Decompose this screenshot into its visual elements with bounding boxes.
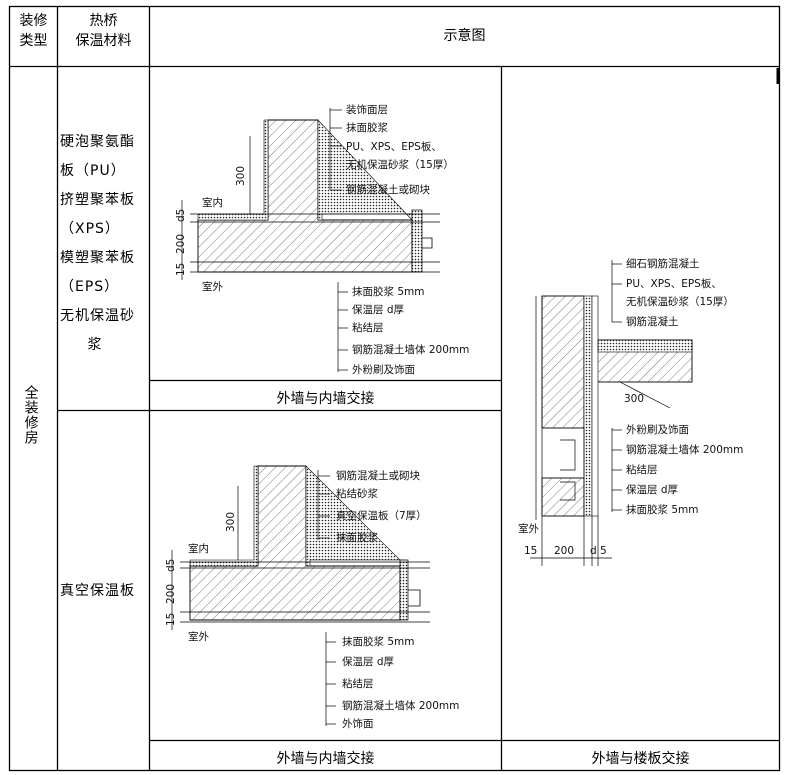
label-wall-200: 钢筋混凝土墙体 200mm	[342, 699, 459, 712]
label-insulation: 保温层 d厚	[342, 655, 395, 668]
dim-300: 300	[624, 393, 644, 405]
label-plaster: 抹面胶浆	[346, 121, 388, 134]
svg-text:d5: d5	[165, 559, 177, 572]
svg-text:300: 300	[225, 512, 237, 532]
label-finish-layer: 装饰面层	[346, 103, 388, 116]
diagram-floor-slab-junction: 细石钢筋混凝土 PU、XPS、EPS板、 无机保温砂浆（15厚） 钢筋混凝土 外…	[518, 257, 743, 566]
diagram-top-wall-junction: 装饰面层 抹面胶浆 PU、XPS、EPS板、 无机保温砂浆（15厚） 钢筋混凝土…	[175, 103, 469, 376]
label-insulation: 保温层 d厚	[352, 303, 405, 316]
label-exterior-finish: 外粉刷及饰面	[352, 363, 415, 376]
label-plaster: 抹面胶浆	[336, 531, 378, 544]
label-bond: 粘结层	[626, 463, 658, 476]
svg-text:d5: d5	[175, 209, 187, 222]
label-outdoor: 室外	[518, 522, 539, 535]
label-mortar: 无机保温砂浆（15厚）	[346, 158, 454, 171]
label-wall-200: 钢筋混凝土墙体 200mm	[352, 343, 469, 356]
label-concrete: 钢筋混凝土或砌块	[346, 183, 430, 196]
label-concrete-block: 钢筋混凝土或砌块	[336, 469, 420, 482]
label-insulation: 保温层 d厚	[626, 483, 679, 496]
label-indoor: 室内	[188, 542, 209, 555]
label-outdoor: 室外	[188, 630, 209, 643]
svg-text:200: 200	[165, 584, 177, 604]
svg-text:d: d	[590, 545, 597, 557]
detail-drawings: 装饰面层 抹面胶浆 PU、XPS、EPS板、 无机保温砂浆（15厚） 钢筋混凝土…	[165, 103, 743, 730]
label-outdoor: 室外	[202, 280, 223, 293]
svg-text:300: 300	[235, 166, 247, 186]
diagram-bottom-wall-junction: 钢筋混凝土或砌块 粘结砂浆 真空保温板（7厚） 抹面胶浆 抹面胶浆 5mm 保温…	[165, 465, 459, 730]
svg-text:200: 200	[175, 234, 187, 254]
label-plaster-5mm: 抹面胶浆 5mm	[352, 285, 424, 298]
svg-text:15: 15	[165, 613, 177, 626]
label-bond: 粘结层	[352, 321, 384, 334]
label-fine-concrete: 细石钢筋混凝土	[626, 257, 700, 270]
label-mortar: 无机保温砂浆（15厚）	[626, 295, 734, 308]
label-plaster-5mm: 抹面胶浆 5mm	[626, 503, 698, 516]
label-exterior-finish: 外饰面	[342, 717, 374, 730]
label-plaster-5mm: 抹面胶浆 5mm	[342, 635, 414, 648]
svg-text:15: 15	[524, 545, 537, 557]
svg-text:15: 15	[175, 263, 187, 276]
label-wall-200: 钢筋混凝土墙体 200mm	[626, 443, 743, 456]
label-vacuum-panel: 真空保温板（7厚）	[336, 509, 427, 522]
svg-text:200: 200	[554, 545, 574, 557]
label-concrete: 钢筋混凝土	[626, 315, 679, 328]
label-boards: PU、XPS、EPS板、	[346, 140, 442, 153]
svg-text:5: 5	[600, 545, 607, 557]
label-boards: PU、XPS、EPS板、	[626, 277, 722, 290]
label-bond-mortar: 粘结砂浆	[336, 487, 378, 500]
label-exterior-finish: 外粉刷及饰面	[626, 423, 689, 436]
label-indoor: 室内	[202, 196, 223, 209]
label-bond: 粘结层	[342, 677, 374, 690]
